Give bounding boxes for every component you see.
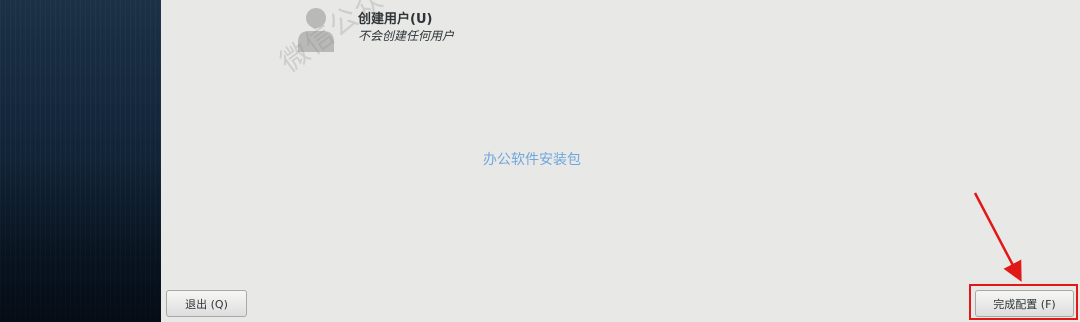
main-panel: 创建用户(U) 不会创建任何用户 微信公众号: 办公软件安装包 退出 (Q) 完… (161, 0, 1080, 322)
finish-configuration-button[interactable]: 完成配置 (F) (975, 290, 1074, 317)
arrow-icon (973, 192, 1022, 282)
spoke-status: 不会创建任何用户 (358, 29, 455, 43)
sidebar-panel (0, 0, 161, 322)
quit-button[interactable]: 退出 (Q) (166, 290, 247, 317)
center-note: 办公软件安装包 (483, 152, 581, 168)
installer-window: 创建用户(U) 不会创建任何用户 微信公众号: 办公软件安装包 退出 (Q) 完… (0, 0, 1080, 322)
